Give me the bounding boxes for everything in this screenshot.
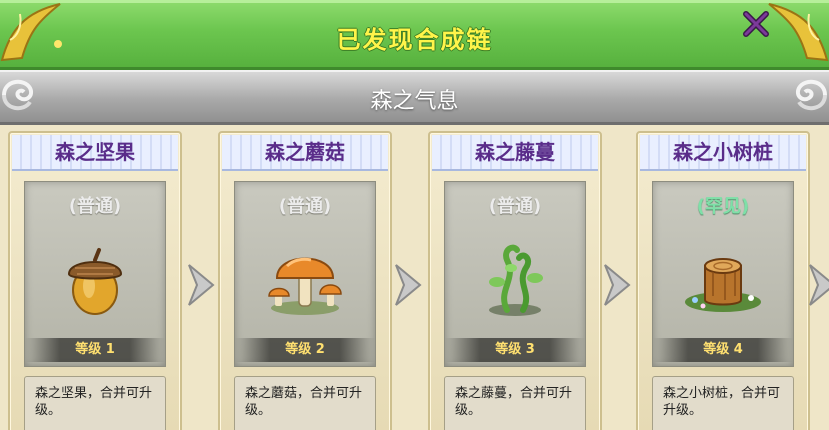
chevron-right-icon <box>604 264 631 306</box>
tree-stump-icon <box>685 258 761 312</box>
item-level: 等级 2 <box>235 338 375 362</box>
close-icon[interactable] <box>741 9 771 39</box>
category-title: 森之气息 <box>370 89 459 114</box>
item-panel: (罕见) 等级 4 <box>652 181 794 367</box>
item-panel: (普通) 等级 1 <box>24 181 166 367</box>
item-rarity: (普通) <box>488 196 542 217</box>
item-card[interactable]: 森之小树桩 (罕见) 等级 4 森之小树桩，合并可升级。 <box>636 131 810 430</box>
item-description: 森之小树桩，合并可升级。 <box>652 376 794 430</box>
item-card[interactable]: 森之藤蔓 (普通) 等级 3 森之藤蔓，合并可升级。 <box>428 131 602 430</box>
scroll-ornament-icon <box>796 79 827 111</box>
item-description: 森之坚果，合并可升级。 <box>24 376 166 430</box>
chevron-right-icon <box>188 264 215 306</box>
window-header: 已发现合成链 <box>0 0 829 70</box>
acorn-icon <box>67 248 123 315</box>
vine-icon <box>489 244 543 316</box>
item-rarity: (普通) <box>68 196 122 217</box>
chevron-right-icon <box>395 264 422 306</box>
item-description: 森之藤蔓，合并可升级。 <box>444 376 586 430</box>
scroll-ornament-icon <box>2 79 33 111</box>
item-name: 森之坚果 <box>12 135 178 171</box>
mushroom-icon <box>268 257 342 315</box>
window-title: 已发现合成链 <box>336 26 493 54</box>
item-name: 森之小树桩 <box>640 135 806 171</box>
item-description: 森之蘑菇，合并可升级。 <box>234 376 376 430</box>
merge-chain: 森之坚果 (普通) 等级 1 森之坚果，合并可升级。 森之蘑菇 (普通) 等级 … <box>0 123 829 430</box>
item-level: 等级 1 <box>25 338 165 362</box>
item-panel: (普通) 等级 3 <box>444 181 586 367</box>
item-panel: (普通) 等级 2 <box>234 181 376 367</box>
item-name: 森之蘑菇 <box>222 135 388 171</box>
item-card[interactable]: 森之蘑菇 (普通) 等级 2 森之蘑菇，合并可升级。 <box>218 131 392 430</box>
category-bar: 森之气息 <box>0 70 829 125</box>
item-card[interactable]: 森之坚果 (普通) 等级 1 森之坚果，合并可升级。 <box>8 131 182 430</box>
item-level: 等级 3 <box>445 338 585 362</box>
chevron-right-icon <box>809 264 829 306</box>
item-level: 等级 4 <box>653 338 793 362</box>
item-name: 森之藤蔓 <box>432 135 598 171</box>
item-rarity: (普通) <box>278 196 332 217</box>
item-rarity: (罕见) <box>696 196 750 217</box>
